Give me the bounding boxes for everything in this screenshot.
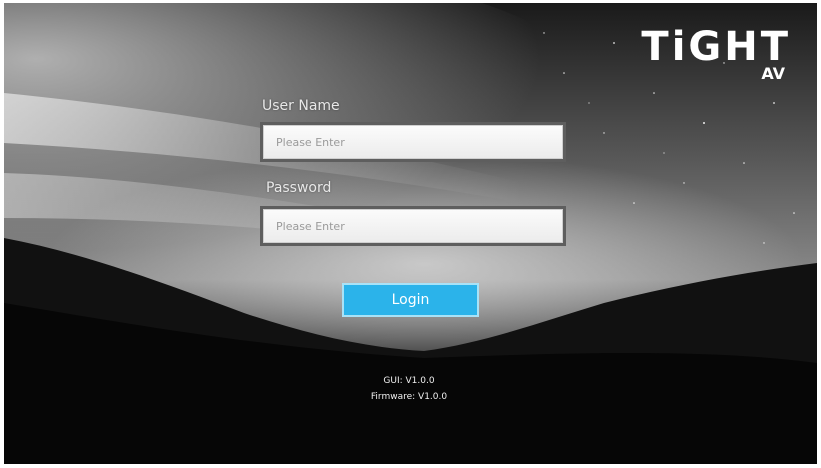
login-button[interactable]: Login — [342, 283, 479, 317]
login-screen: TiGHT AV User Name Password Login GUI: V… — [4, 3, 817, 464]
gui-version: GUI: V1.0.0 — [383, 376, 435, 386]
logo-sub-text: AV — [761, 64, 785, 83]
logo-main-text: TiGHT — [641, 24, 791, 70]
password-input[interactable] — [263, 209, 563, 243]
password-label: Password — [266, 180, 332, 196]
username-field-frame — [260, 122, 566, 162]
username-label: User Name — [262, 98, 340, 114]
username-input[interactable] — [263, 125, 563, 159]
tight-av-logo: TiGHT AV — [631, 27, 791, 87]
firmware-version: Firmware: V1.0.0 — [370, 392, 448, 402]
password-field-frame — [260, 206, 566, 246]
